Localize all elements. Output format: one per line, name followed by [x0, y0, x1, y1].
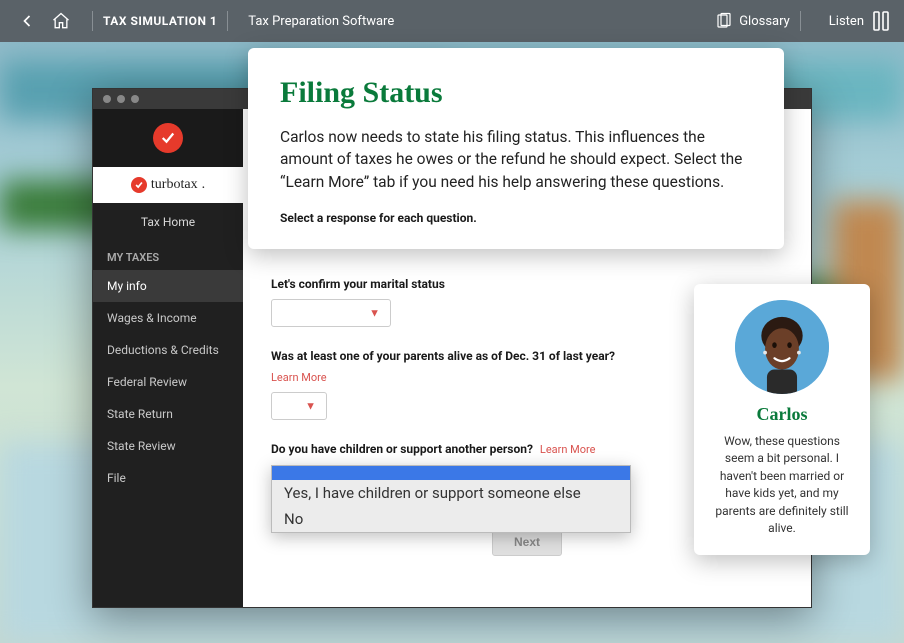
topbar: TAX SIMULATION 1 Tax Preparation Softwar… [0, 0, 904, 42]
pause-icon[interactable] [872, 10, 890, 32]
character-name: Carlos [708, 404, 856, 425]
sidebar-item-state-review[interactable]: State Review [93, 430, 243, 462]
children-support-dropdown-open[interactable]: Yes, I have children or support someone … [271, 465, 631, 533]
topbar-divider [800, 11, 801, 31]
sidebar-item-wages-income[interactable]: Wages & Income [93, 302, 243, 334]
learn-more-link[interactable]: Learn More [540, 443, 596, 456]
dropdown-option-blank[interactable] [272, 466, 630, 480]
chevron-down-icon: ▼ [369, 307, 380, 320]
sidebar-item-deductions-credits[interactable]: Deductions & Credits [93, 334, 243, 366]
sidebar-item-my-info[interactable]: My info [93, 270, 243, 302]
checkmark-badge-icon [153, 123, 183, 153]
character-card: Carlos Wow, these questions seem a bit p… [694, 284, 870, 555]
instruction-sub: Select a response for each question. [280, 211, 752, 225]
window-dot [131, 95, 139, 103]
sidebar-item-state-return[interactable]: State Return [93, 398, 243, 430]
chevron-down-icon: ▼ [305, 400, 316, 413]
instruction-card: Filing Status Carlos now needs to state … [248, 48, 784, 249]
listen-label: Listen [829, 14, 864, 29]
home-icon[interactable] [48, 8, 74, 34]
question-children-label: Do you have children or support another … [271, 442, 533, 456]
simulation-title: TAX SIMULATION 1 [103, 14, 217, 28]
dropdown-option[interactable]: No [272, 506, 630, 532]
glossary-button[interactable]: Glossary [715, 12, 790, 30]
parents-alive-dropdown[interactable]: ▼ [271, 392, 327, 420]
instruction-heading: Filing Status [280, 76, 752, 110]
marital-status-dropdown[interactable]: ▼ [271, 299, 391, 327]
topbar-divider [227, 11, 228, 31]
sidebar-section-label: MY TAXES [93, 241, 243, 270]
listen-button[interactable]: Listen [823, 14, 864, 29]
brand-name: turbotax [151, 177, 198, 193]
window-dot [117, 95, 125, 103]
sidebar-item-file[interactable]: File [93, 462, 243, 494]
avatar [735, 300, 829, 394]
sidebar-hero [93, 109, 243, 167]
glossary-label: Glossary [739, 14, 790, 29]
back-arrow-icon[interactable] [14, 8, 40, 34]
sidebar-tax-home[interactable]: Tax Home [93, 203, 243, 241]
instruction-body: Carlos now needs to state his filing sta… [280, 126, 752, 193]
glossary-icon [715, 12, 733, 30]
simulation-subtitle: Tax Preparation Software [248, 14, 394, 29]
character-quote: Wow, these questions seem a bit personal… [708, 433, 856, 537]
brand-row: turbotax. [93, 167, 243, 203]
sidebar-item-federal-review[interactable]: Federal Review [93, 366, 243, 398]
dropdown-option[interactable]: Yes, I have children or support someone … [272, 480, 630, 506]
topbar-divider [92, 11, 93, 31]
window-dot [103, 95, 111, 103]
sidebar: turbotax. Tax Home MY TAXES My info Wage… [93, 109, 243, 607]
checkmark-badge-icon [131, 177, 147, 193]
